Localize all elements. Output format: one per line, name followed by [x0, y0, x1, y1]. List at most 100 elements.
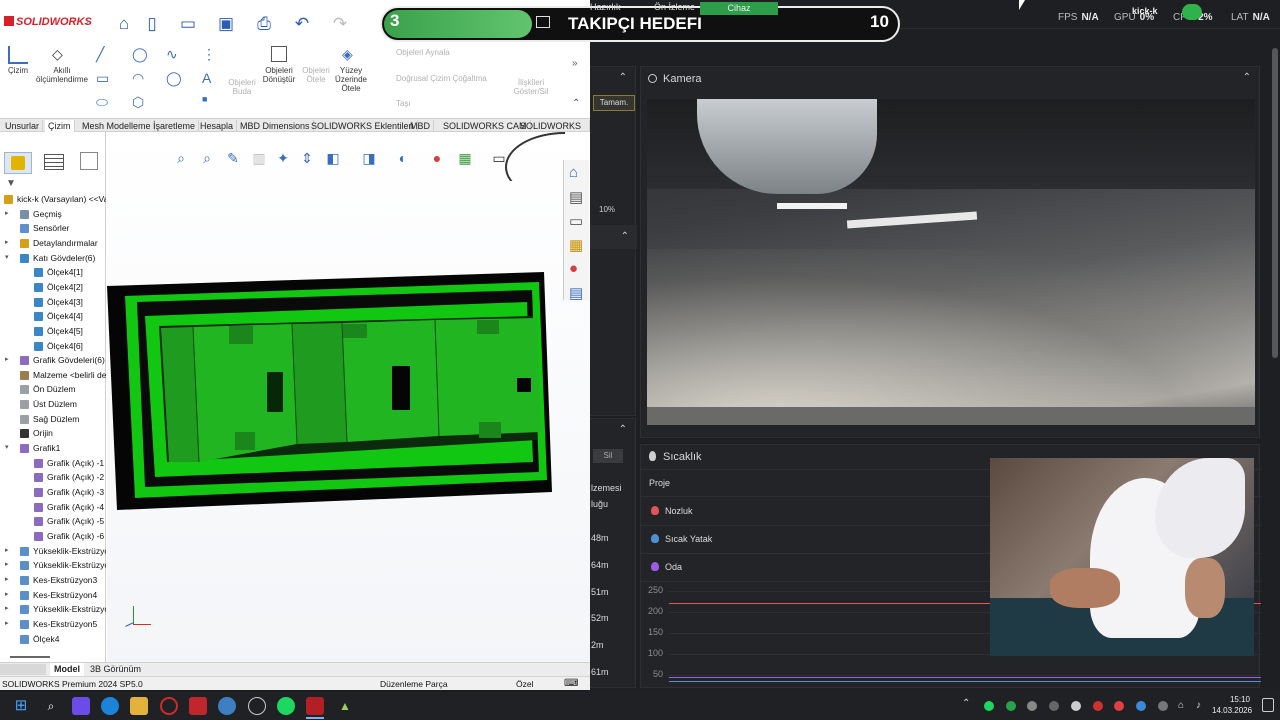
- hide-show-icon[interactable]: ◨: [361, 150, 377, 166]
- tray-icon[interactable]: [984, 701, 994, 711]
- tab-mbd-dimensions[interactable]: MBD Dimensions: [237, 120, 314, 132]
- save-icon[interactable]: ▣: [216, 14, 236, 34]
- redo-icon[interactable]: ↷: [330, 14, 350, 34]
- tree-scroll-indicator[interactable]: [10, 656, 50, 658]
- zoom-to-area-icon[interactable]: ⌕: [199, 150, 215, 166]
- customize-icon[interactable]: ⌨: [564, 678, 578, 689]
- search-icon[interactable]: ⌕: [42, 697, 60, 715]
- tab-scroll-buttons[interactable]: [0, 664, 46, 675]
- tree-item[interactable]: Ölçek4: [0, 632, 106, 646]
- collapsed-section[interactable]: ⌃: [589, 225, 637, 249]
- tree-item[interactable]: ▸ Grafik Gövdeleri(6): [0, 353, 106, 367]
- opera-icon[interactable]: [160, 697, 178, 715]
- tab-unsurlar[interactable]: Unsurlar: [2, 120, 44, 132]
- tab-cizim[interactable]: Çizim: [45, 120, 75, 132]
- collapse-ribbon-icon[interactable]: ⌃: [572, 98, 580, 109]
- tree-item[interactable]: Üst Düzlem: [0, 397, 106, 411]
- tree-item[interactable]: ▸ Yükseklik-Ekstrüzyon: [0, 602, 106, 616]
- sw-resources-icon[interactable]: ⌂: [569, 164, 578, 181]
- tab-model[interactable]: Model: [50, 663, 84, 676]
- dynamic-annotation-icon[interactable]: ✦: [275, 150, 291, 166]
- expand-arrow-icon[interactable]: ▸: [5, 573, 9, 587]
- tamam-button[interactable]: Tamam.: [593, 95, 635, 111]
- custom-properties-icon[interactable]: ▤: [569, 284, 583, 302]
- tree-item[interactable]: Ön Düzlem: [0, 382, 106, 396]
- tab-hesapla[interactable]: Hesapla: [197, 120, 238, 132]
- view-palette-icon[interactable]: ▦: [569, 236, 583, 254]
- smart-dimension-icon[interactable]: ◇: [52, 46, 70, 62]
- tree-item[interactable]: Grafik (Açık) -5: [0, 514, 106, 528]
- file-explorer-icon[interactable]: ▭: [569, 212, 583, 230]
- tree-item[interactable]: ▸ Kes-Ekstrüzyon5: [0, 617, 106, 631]
- expand-arrow-icon[interactable]: ▾: [5, 441, 9, 455]
- tree-item[interactable]: ▾ Grafik1: [0, 441, 106, 455]
- undo-icon[interactable]: ↶: [292, 14, 312, 34]
- line-icon[interactable]: ╱: [96, 46, 104, 63]
- text-icon[interactable]: A: [202, 70, 211, 86]
- tree-item[interactable]: kick-k (Varsayılan) <<Va: [0, 192, 106, 206]
- expand-arrow-icon[interactable]: ▸: [5, 353, 9, 367]
- tree-item[interactable]: Grafik (Açık) -4: [0, 500, 106, 514]
- relations-button[interactable]: İlişkileri Göster/Sil: [510, 78, 552, 96]
- sketch-button[interactable]: Çizim: [2, 66, 34, 75]
- sketch-icon[interactable]: [8, 46, 28, 64]
- units-selector[interactable]: Özel: [516, 679, 533, 689]
- new-document-icon[interactable]: ▯: [142, 14, 162, 34]
- tree-item[interactable]: ▸ Detaylandırmalar: [0, 236, 106, 250]
- property-manager-icon[interactable]: [44, 154, 64, 170]
- app-icon[interactable]: [218, 697, 236, 715]
- chevron-up-icon[interactable]: ⌃: [1243, 72, 1251, 83]
- polygon-icon[interactable]: ⬡: [132, 94, 144, 111]
- edit-appearance-icon[interactable]: ◐: [395, 150, 411, 166]
- tab-3d-view[interactable]: 3B Görünüm: [86, 663, 145, 676]
- solidworks-taskbar-icon[interactable]: [306, 697, 324, 715]
- notification-icon[interactable]: [1262, 698, 1274, 712]
- copilot-icon[interactable]: [72, 697, 90, 715]
- arc-icon[interactable]: ◠: [132, 70, 144, 87]
- tree-item[interactable]: Ölçek4[5]: [0, 324, 106, 338]
- previous-view-icon[interactable]: ✎: [225, 150, 241, 166]
- start-icon[interactable]: ⊞: [12, 697, 30, 715]
- expand-arrow-icon[interactable]: ▸: [5, 207, 9, 221]
- tree-item[interactable]: Malzeme <belirli de: [0, 368, 106, 382]
- expand-arrow-icon[interactable]: ▸: [5, 617, 9, 631]
- tree-item[interactable]: Ölçek4[3]: [0, 295, 106, 309]
- design-library-icon[interactable]: ▤: [569, 188, 583, 206]
- tray-icon[interactable]: [1071, 701, 1081, 711]
- trim-entities-button[interactable]: Objeleri Buda: [228, 78, 256, 96]
- expand-arrow-icon[interactable]: ▸: [5, 558, 9, 572]
- tray-icon[interactable]: [1093, 701, 1103, 711]
- tree-item[interactable]: ▸ Kes-Ekstrüzyon4: [0, 588, 106, 602]
- tray-icon[interactable]: [1006, 701, 1016, 711]
- circle-icon[interactable]: ◯: [132, 46, 148, 63]
- cloud-icon[interactable]: [1182, 4, 1202, 20]
- tray-icon[interactable]: [1136, 701, 1146, 711]
- offset-on-surface-button[interactable]: Yüzey Üzerinde Ötele: [334, 66, 368, 93]
- tree-item[interactable]: Orijin: [0, 426, 106, 440]
- expand-icon[interactable]: »: [572, 58, 578, 69]
- tab-hazirlik[interactable]: Hazırlık: [590, 2, 621, 12]
- expand-arrow-icon[interactable]: ▸: [5, 544, 9, 558]
- app-icon[interactable]: [189, 697, 207, 715]
- move-entities-button[interactable]: Taşı: [396, 99, 436, 108]
- tree-item[interactable]: Sensörler: [0, 221, 106, 235]
- section-view-icon[interactable]: ▥: [251, 150, 267, 166]
- app-icon[interactable]: [248, 697, 266, 715]
- slot-icon[interactable]: ⬭: [96, 94, 108, 111]
- rectangle-icon[interactable]: ▭: [96, 70, 109, 87]
- tree-item[interactable]: Ölçek4[4]: [0, 309, 106, 323]
- trim-icon[interactable]: ⋮: [202, 46, 216, 63]
- point-icon[interactable]: ■: [202, 94, 207, 104]
- appearances-icon[interactable]: ●: [569, 260, 578, 277]
- tree-item[interactable]: Sağ Düzlem: [0, 412, 106, 426]
- tray-chevron-icon[interactable]: ⌃: [962, 698, 970, 709]
- tray-icon[interactable]: [1049, 701, 1059, 711]
- chevron-up-icon[interactable]: ⌃: [619, 424, 627, 435]
- tree-item[interactable]: ▸ Kes-Ekstrüzyon3: [0, 573, 106, 587]
- tray-icon[interactable]: [1158, 701, 1168, 711]
- view-settings-icon[interactable]: ▦: [457, 150, 473, 166]
- tree-item[interactable]: ▸ Yükseklik-Ekstrüzyon: [0, 544, 106, 558]
- sil-button[interactable]: Sil: [593, 449, 623, 463]
- volume-icon[interactable]: ♪: [1196, 700, 1201, 711]
- open-folder-icon[interactable]: ▭: [178, 14, 198, 34]
